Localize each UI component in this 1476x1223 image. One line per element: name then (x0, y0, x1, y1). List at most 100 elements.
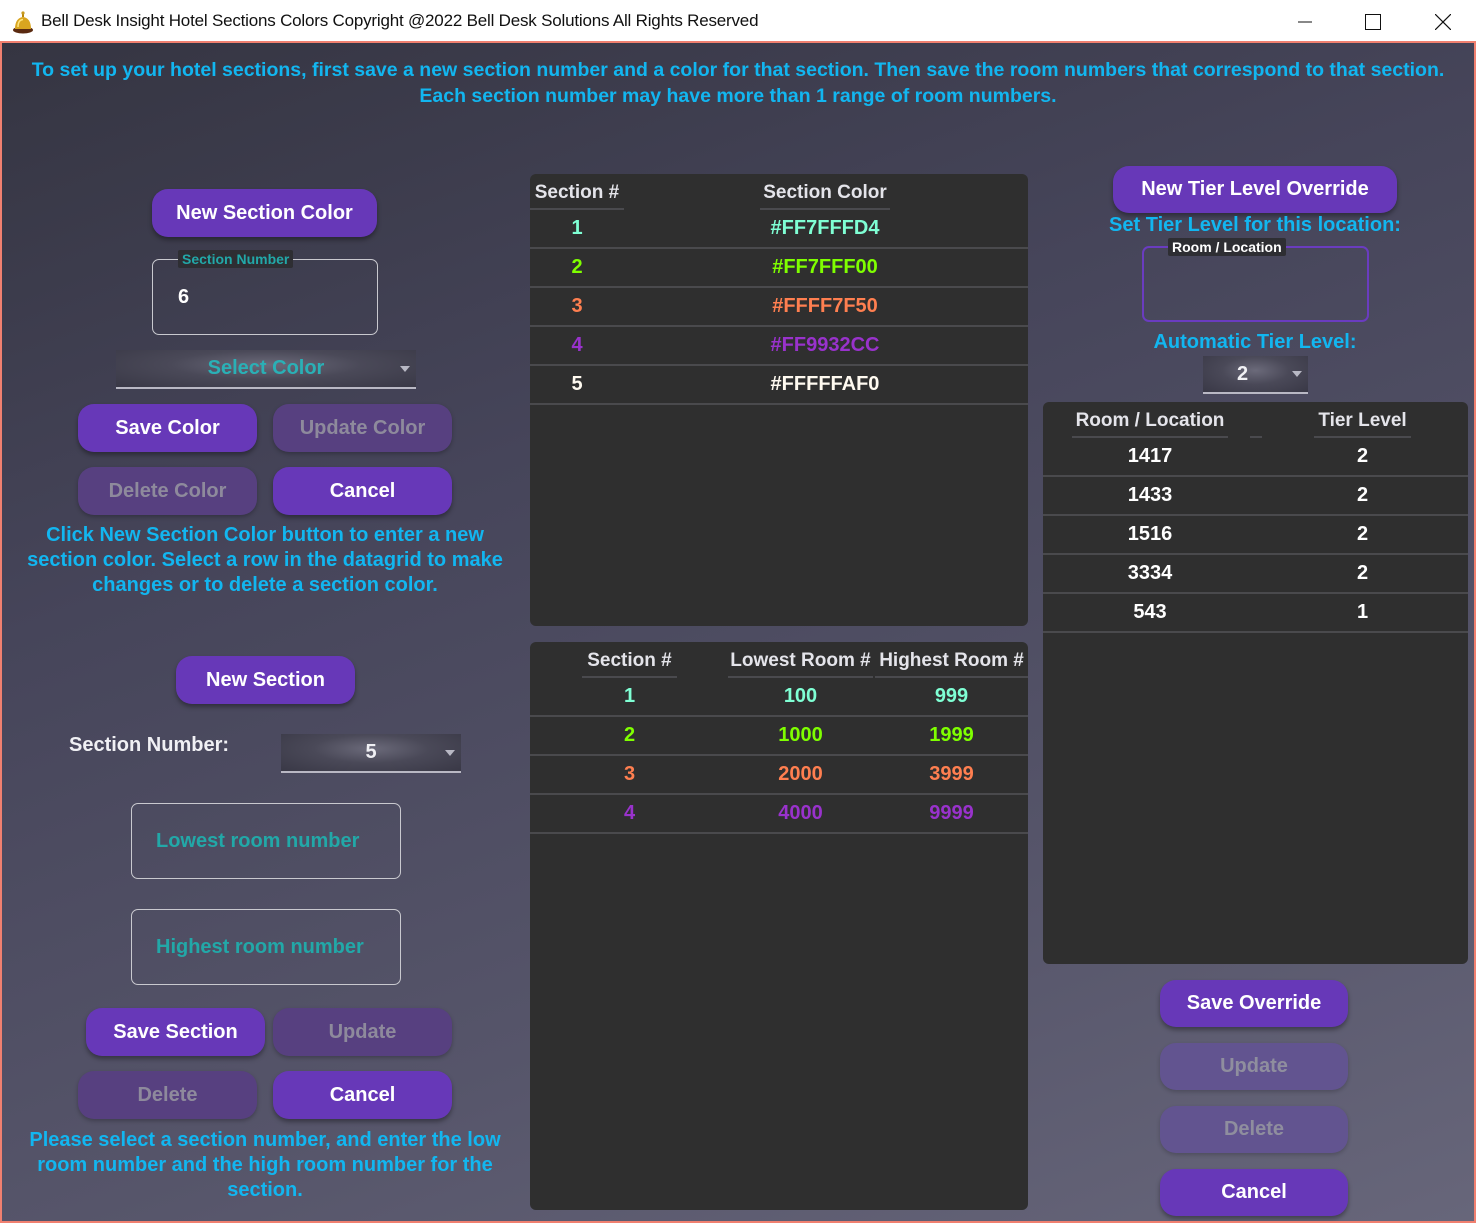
cell-lowest-room: 4000 (778, 802, 823, 824)
window-title: Bell Desk Insight Hotel Sections Colors … (41, 11, 759, 30)
cell-highest-room: 999 (934, 685, 969, 707)
minimize-button[interactable] (1270, 0, 1340, 43)
automatic-tier-dropdown[interactable]: 2 (1203, 356, 1308, 394)
section-ranges-grid[interactable]: Section # Lowest Room # Highest Room # 1… (530, 642, 1028, 1210)
section-number-dropdown[interactable]: 5 (281, 734, 461, 773)
room-location-label: Room / Location (1168, 238, 1286, 256)
cell-lowest-room: 1000 (778, 724, 823, 746)
cell-highest-room: 1999 (929, 724, 974, 746)
instructions-line-1: To set up your hotel sections, first sav… (31, 59, 1445, 81)
section-number-select-label: Section Number: (69, 734, 230, 756)
cell-highest-room: 9999 (929, 802, 974, 824)
save-override-button[interactable]: Save Override (1160, 980, 1348, 1027)
maximize-button[interactable] (1338, 0, 1408, 43)
tier-override-grid[interactable]: Room / Location Tier Level 1417 2 1433 2 151… (1043, 402, 1468, 964)
cell-room-location: 1516 (1127, 523, 1173, 545)
chevron-down-icon (1292, 371, 1302, 377)
table-row[interactable]: 2 1000 1999 (530, 717, 1028, 756)
cell-section: 4 (623, 802, 636, 824)
cancel-section-button[interactable]: Cancel (273, 1071, 452, 1119)
table-row[interactable]: 2 #FF7FFF00 (530, 249, 1028, 288)
cell-section-color: #FF7FFFD4 (770, 217, 880, 239)
grid-header: Section # Lowest Room # Highest Room # (530, 642, 1028, 678)
column-header-lowest-room[interactable]: Lowest Room # (728, 646, 873, 678)
maximize-icon (1365, 13, 1381, 30)
table-row[interactable]: 1 100 999 (530, 678, 1028, 717)
new-tier-override-button[interactable]: New Tier Level Override (1113, 166, 1397, 213)
table-row[interactable]: 3 #FFFF7F50 (530, 288, 1028, 327)
delete-color-button[interactable]: Delete Color (78, 467, 257, 515)
table-row[interactable]: 3 2000 3999 (530, 756, 1028, 795)
column-header-section[interactable]: Section # (530, 178, 624, 210)
cell-section-color: #FFFFFAF0 (770, 373, 880, 395)
cell-highest-room: 3999 (929, 763, 974, 785)
select-color-value: Select Color (207, 357, 325, 379)
cell-room-location: 543 (1133, 601, 1167, 623)
grid-header: Room / Location Tier Level (1043, 402, 1468, 438)
bell-icon (11, 10, 35, 34)
chevron-down-icon (400, 365, 410, 372)
new-section-color-button[interactable]: New Section Color (152, 189, 377, 237)
update-override-button[interactable]: Update (1160, 1043, 1348, 1090)
column-header-highest-room[interactable]: Highest Room # (875, 646, 1028, 678)
instructions-text: To set up your hotel sections, first sav… (2, 57, 1474, 109)
table-row[interactable]: 543 1 (1043, 594, 1468, 633)
close-button[interactable] (1408, 0, 1476, 43)
column-header-room-location[interactable]: Room / Location (1072, 406, 1228, 438)
cell-tier-level: 2 (1356, 562, 1369, 584)
cell-room-location: 1417 (1127, 445, 1173, 467)
new-section-button[interactable]: New Section (176, 656, 355, 704)
delete-override-button[interactable]: Delete (1160, 1106, 1348, 1153)
close-icon (1435, 13, 1451, 30)
cancel-override-button[interactable]: Cancel (1160, 1169, 1348, 1216)
automatic-tier-value: 2 (1236, 362, 1249, 385)
column-header-tier-level[interactable]: Tier Level (1314, 406, 1411, 438)
cell-section: 1 (571, 217, 583, 239)
cancel-color-button[interactable]: Cancel (273, 467, 452, 515)
section-number-dropdown-value: 5 (365, 741, 377, 763)
cell-section: 2 (571, 256, 583, 278)
title-bar: Bell Desk Insight Hotel Sections Colors … (0, 0, 1476, 43)
grid-header: Section # Section Color (530, 174, 1028, 210)
cell-lowest-room: 100 (783, 685, 818, 707)
section-number-field[interactable]: Section Number 6 (152, 250, 378, 335)
update-color-button[interactable]: Update Color (273, 404, 452, 452)
cell-tier-level: 1 (1356, 601, 1369, 623)
delete-section-button[interactable]: Delete (78, 1071, 257, 1119)
set-tier-label: Set Tier Level for this location: (1109, 214, 1401, 236)
table-row[interactable]: 1433 2 (1043, 477, 1468, 516)
cell-section-color: #FF7FFF00 (772, 256, 878, 278)
section-number-value: 6 (178, 285, 190, 308)
column-header-section[interactable]: Section # (582, 646, 677, 678)
table-row[interactable]: 3334 2 (1043, 555, 1468, 594)
cell-tier-level: 2 (1356, 484, 1369, 506)
section-colors-grid[interactable]: Section # Section Color 1 #FF7FFFD4 2 #FF7F… (530, 174, 1028, 626)
section-help-text: Please select a section number, and ente… (29, 1129, 501, 1201)
cell-section: 3 (571, 295, 583, 317)
save-color-button[interactable]: Save Color (78, 404, 257, 452)
cell-section-color: #FFFF7F50 (772, 295, 878, 317)
instructions-line-2: Each section number may have more than 1… (419, 85, 1057, 107)
highest-room-placeholder: Highest room number (156, 935, 364, 958)
table-row[interactable]: 1417 2 (1043, 438, 1468, 477)
table-row[interactable]: 1 #FF7FFFD4 (530, 210, 1028, 249)
main-window-content: To set up your hotel sections, first sav… (0, 43, 1476, 1223)
minimize-icon (1298, 21, 1312, 22)
table-row[interactable]: 1516 2 (1043, 516, 1468, 555)
column-header-color[interactable]: Section Color (760, 178, 890, 210)
room-location-input[interactable]: Room / Location (1142, 238, 1369, 322)
cell-section: 2 (623, 724, 636, 746)
cell-room-location: 1433 (1127, 484, 1173, 506)
table-row[interactable]: 5 #FFFFFAF0 (530, 366, 1028, 405)
section-number-label: Section Number (178, 250, 294, 268)
update-section-button[interactable]: Update (273, 1008, 452, 1056)
highest-room-input[interactable]: Highest room number (131, 909, 401, 985)
section-color-help-text: Click New Section Color button to enter … (27, 524, 503, 596)
cell-lowest-room: 2000 (778, 763, 823, 785)
lowest-room-placeholder: Lowest room number (156, 829, 360, 852)
lowest-room-input[interactable]: Lowest room number (131, 803, 401, 879)
table-row[interactable]: 4 #FF9932CC (530, 327, 1028, 366)
save-section-button[interactable]: Save Section (86, 1008, 265, 1056)
select-color-dropdown[interactable]: Select Color (116, 350, 416, 389)
table-row[interactable]: 4 4000 9999 (530, 795, 1028, 834)
